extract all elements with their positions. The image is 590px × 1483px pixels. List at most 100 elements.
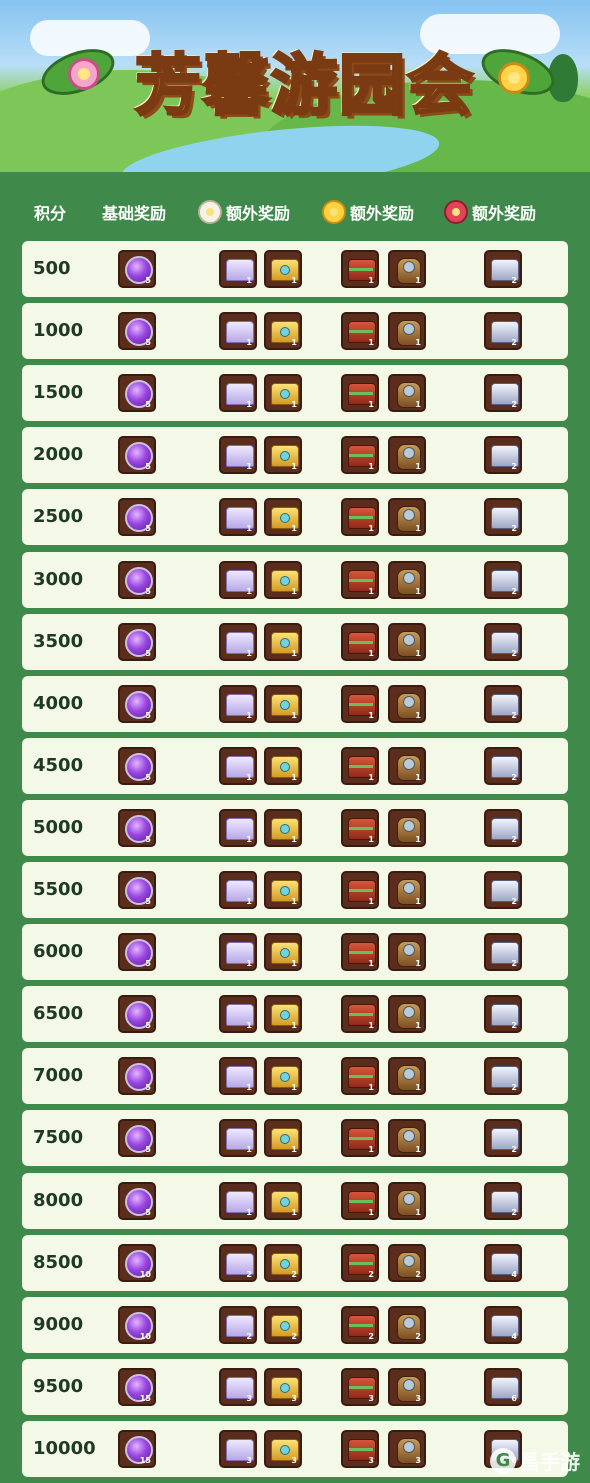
reward-item-slot[interactable]: 1 (341, 250, 379, 288)
reward-item-slot[interactable]: 1 (219, 561, 257, 599)
reward-item-slot[interactable]: 1 (388, 436, 426, 474)
reward-item-slot[interactable]: 3 (388, 1368, 426, 1406)
reward-item-slot[interactable]: 2 (484, 498, 522, 536)
reward-item-slot[interactable]: 1 (388, 374, 426, 412)
reward-item-slot[interactable]: 1 (264, 995, 302, 1033)
reward-item-slot[interactable]: 5 (118, 623, 156, 661)
reward-item-slot[interactable]: 1 (341, 995, 379, 1033)
reward-item-slot[interactable]: 2 (388, 1306, 426, 1344)
reward-item-slot[interactable]: 2 (219, 1306, 257, 1344)
reward-item-slot[interactable]: 1 (219, 747, 257, 785)
reward-item-slot[interactable]: 2 (484, 809, 522, 847)
reward-item-slot[interactable]: 3 (388, 1430, 426, 1468)
reward-item-slot[interactable]: 1 (341, 871, 379, 909)
reward-item-slot[interactable]: 5 (118, 1057, 156, 1095)
reward-item-slot[interactable]: 1 (264, 747, 302, 785)
reward-item-slot[interactable]: 1 (388, 995, 426, 1033)
reward-item-slot[interactable]: 3 (219, 1368, 257, 1406)
reward-item-slot[interactable]: 1 (341, 498, 379, 536)
reward-item-slot[interactable]: 1 (341, 1182, 379, 1220)
reward-item-slot[interactable]: 1 (219, 1119, 257, 1157)
reward-item-slot[interactable]: 5 (118, 871, 156, 909)
reward-item-slot[interactable]: 1 (219, 685, 257, 723)
reward-item-slot[interactable]: 5 (118, 561, 156, 599)
reward-item-slot[interactable]: 1 (388, 871, 426, 909)
reward-item-slot[interactable]: 2 (484, 250, 522, 288)
reward-item-slot[interactable]: 1 (219, 250, 257, 288)
reward-item-slot[interactable]: 10 (118, 1306, 156, 1344)
reward-item-slot[interactable]: 5 (118, 374, 156, 412)
reward-item-slot[interactable]: 5 (118, 1119, 156, 1157)
reward-item-slot[interactable]: 5 (118, 498, 156, 536)
reward-item-slot[interactable]: 1 (341, 1057, 379, 1095)
reward-item-slot[interactable]: 1 (219, 871, 257, 909)
reward-item-slot[interactable]: 2 (388, 1244, 426, 1282)
reward-item-slot[interactable]: 5 (118, 1182, 156, 1220)
reward-item-slot[interactable]: 5 (118, 995, 156, 1033)
reward-item-slot[interactable]: 5 (118, 685, 156, 723)
reward-item-slot[interactable]: 4 (484, 1306, 522, 1344)
reward-item-slot[interactable]: 1 (341, 374, 379, 412)
reward-item-slot[interactable]: 3 (341, 1368, 379, 1406)
reward-item-slot[interactable]: 1 (388, 250, 426, 288)
reward-item-slot[interactable]: 1 (341, 685, 379, 723)
reward-item-slot[interactable]: 1 (341, 436, 379, 474)
reward-item-slot[interactable]: 1 (388, 498, 426, 536)
reward-item-slot[interactable]: 1 (264, 436, 302, 474)
reward-item-slot[interactable]: 1 (388, 312, 426, 350)
reward-item-slot[interactable]: 1 (341, 623, 379, 661)
reward-item-slot[interactable]: 2 (264, 1306, 302, 1344)
reward-item-slot[interactable]: 1 (388, 747, 426, 785)
reward-item-slot[interactable]: 1 (341, 561, 379, 599)
reward-item-slot[interactable]: 5 (118, 250, 156, 288)
reward-item-slot[interactable]: 1 (264, 623, 302, 661)
reward-item-slot[interactable]: 5 (118, 312, 156, 350)
reward-item-slot[interactable]: 1 (219, 1057, 257, 1095)
reward-item-slot[interactable]: 3 (219, 1430, 257, 1468)
reward-item-slot[interactable]: 10 (118, 1244, 156, 1282)
reward-item-slot[interactable]: 1 (388, 1119, 426, 1157)
reward-item-slot[interactable]: 2 (484, 623, 522, 661)
reward-item-slot[interactable]: 1 (219, 933, 257, 971)
reward-item-slot[interactable]: 1 (219, 498, 257, 536)
reward-item-slot[interactable]: 1 (264, 374, 302, 412)
reward-item-slot[interactable]: 2 (264, 1244, 302, 1282)
reward-item-slot[interactable]: 5 (118, 933, 156, 971)
reward-item-slot[interactable]: 2 (484, 374, 522, 412)
reward-item-slot[interactable]: 1 (219, 374, 257, 412)
reward-item-slot[interactable]: 1 (341, 1119, 379, 1157)
reward-item-slot[interactable]: 15 (118, 1430, 156, 1468)
reward-item-slot[interactable]: 2 (341, 1306, 379, 1344)
reward-item-slot[interactable]: 1 (264, 561, 302, 599)
reward-item-slot[interactable]: 4 (484, 1244, 522, 1282)
reward-item-slot[interactable]: 2 (484, 747, 522, 785)
reward-item-slot[interactable]: 2 (484, 933, 522, 971)
reward-item-slot[interactable]: 1 (341, 809, 379, 847)
reward-item-slot[interactable]: 1 (264, 685, 302, 723)
reward-item-slot[interactable]: 2 (484, 871, 522, 909)
reward-item-slot[interactable]: 1 (219, 436, 257, 474)
reward-item-slot[interactable]: 2 (341, 1244, 379, 1282)
reward-item-slot[interactable]: 2 (484, 995, 522, 1033)
reward-item-slot[interactable]: 1 (388, 561, 426, 599)
reward-item-slot[interactable]: 5 (118, 436, 156, 474)
reward-item-slot[interactable]: 2 (484, 1057, 522, 1095)
reward-item-slot[interactable]: 1 (264, 312, 302, 350)
reward-item-slot[interactable]: 15 (118, 1368, 156, 1406)
reward-item-slot[interactable]: 2 (484, 1119, 522, 1157)
reward-item-slot[interactable]: 1 (264, 809, 302, 847)
reward-item-slot[interactable]: 1 (264, 871, 302, 909)
reward-item-slot[interactable]: 3 (341, 1430, 379, 1468)
reward-item-slot[interactable]: 1 (264, 498, 302, 536)
reward-item-slot[interactable]: 1 (264, 1119, 302, 1157)
reward-item-slot[interactable]: 1 (388, 623, 426, 661)
reward-item-slot[interactable]: 3 (264, 1430, 302, 1468)
reward-item-slot[interactable]: 5 (118, 747, 156, 785)
reward-item-slot[interactable]: 1 (264, 1182, 302, 1220)
reward-item-slot[interactable]: 1 (388, 1057, 426, 1095)
reward-item-slot[interactable]: 6 (484, 1368, 522, 1406)
reward-item-slot[interactable]: 1 (219, 312, 257, 350)
reward-item-slot[interactable]: 3 (264, 1368, 302, 1406)
reward-item-slot[interactable]: 2 (219, 1244, 257, 1282)
reward-item-slot[interactable]: 1 (341, 933, 379, 971)
